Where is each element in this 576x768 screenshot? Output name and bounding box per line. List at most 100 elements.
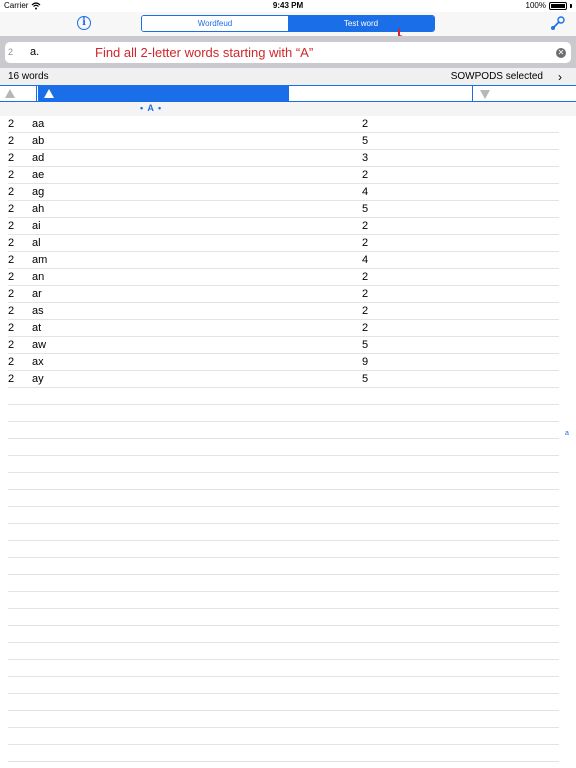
empty-row	[8, 626, 559, 643]
word-score: 2	[362, 169, 369, 181]
search-value[interactable]: a.	[30, 46, 39, 58]
empty-row	[8, 728, 559, 745]
sort-ascending-icon	[44, 89, 54, 98]
sort-bar	[0, 86, 576, 102]
word-length: 2	[8, 237, 15, 249]
status-time: 9:43 PM	[272, 1, 304, 10]
empty-row	[8, 643, 559, 660]
info-icon[interactable]: i	[77, 16, 91, 30]
section-header: • A •	[0, 102, 576, 116]
empty-row	[8, 592, 559, 609]
empty-row	[8, 609, 559, 626]
word-score: 2	[362, 305, 369, 317]
search-area: 2 a. Find all 2-letter words starting wi…	[0, 36, 576, 68]
word-row[interactable]: 2 ag 4	[8, 184, 559, 201]
word-text: ab	[32, 135, 45, 147]
wrench-icon[interactable]	[550, 15, 566, 31]
status-bar: Carrier 9:43 PM 100%	[0, 0, 576, 12]
word-text: ay	[32, 373, 44, 385]
empty-row	[8, 388, 559, 405]
word-list: 2 aa 2 2 ab 5 2 ad 3 2 ae 2 2 ag 4 2 ah 5 2 ai 2 2 al 2 2 am 4 2 an 2…	[0, 116, 576, 762]
word-row[interactable]: 2 aw 5	[8, 337, 559, 354]
word-text: ad	[32, 152, 45, 164]
search-hint-annotation: Find all 2-letter words starting with “A…	[95, 45, 314, 60]
word-row[interactable]: 2 at 2	[8, 320, 559, 337]
empty-row	[8, 405, 559, 422]
empty-row	[8, 439, 559, 456]
chevron-right-icon[interactable]: ›	[558, 70, 562, 84]
empty-row	[8, 507, 559, 524]
word-row[interactable]: 2 ah 5	[8, 201, 559, 218]
word-row[interactable]: 2 ax 9	[8, 354, 559, 371]
word-text: as	[32, 305, 44, 317]
word-score: 2	[362, 118, 369, 130]
empty-row	[8, 694, 559, 711]
word-length: 2	[8, 339, 15, 351]
word-row[interactable]: 2 ar 2	[8, 286, 559, 303]
word-length: 2	[8, 254, 15, 266]
word-text: ah	[32, 203, 45, 215]
word-score: 2	[362, 288, 369, 300]
status-right: 100%	[526, 1, 572, 10]
section-label: • A •	[140, 103, 163, 113]
search-length-prefix: 2	[8, 47, 14, 57]
word-length: 2	[8, 118, 15, 130]
word-text: ax	[32, 356, 44, 368]
sort-word-button[interactable]	[38, 86, 289, 101]
word-score: 4	[362, 186, 369, 198]
word-length: 2	[8, 373, 15, 385]
empty-row	[8, 677, 559, 694]
sort-descending-button[interactable]	[474, 86, 576, 101]
word-score: 2	[362, 237, 369, 249]
word-text: al	[32, 237, 41, 249]
empty-row	[8, 745, 559, 762]
sort-ascending-icon	[5, 89, 15, 98]
dictionary-selected[interactable]: SOWPODS selected	[451, 71, 543, 82]
word-length: 2	[8, 152, 15, 164]
empty-row	[8, 541, 559, 558]
word-score: 3	[362, 152, 369, 164]
sort-score-column[interactable]	[289, 86, 473, 101]
sort-length-button[interactable]	[0, 86, 37, 101]
sort-descending-icon	[480, 90, 490, 99]
battery-icon	[549, 1, 567, 10]
word-score: 4	[362, 254, 369, 266]
empty-row	[8, 524, 559, 541]
word-score: 2	[362, 220, 369, 232]
word-length: 2	[8, 186, 15, 198]
word-row[interactable]: 2 ay 5	[8, 371, 559, 388]
empty-row	[8, 575, 559, 592]
clear-icon[interactable]: ✕	[556, 48, 566, 58]
segment-wordfeud[interactable]: Wordfeud	[142, 16, 288, 31]
word-row[interactable]: 2 ab 5	[8, 133, 559, 150]
empty-row	[8, 490, 559, 507]
word-score: 9	[362, 356, 369, 368]
empty-row	[8, 660, 559, 677]
segment-test-word[interactable]: Test word	[288, 16, 434, 31]
word-score: 2	[362, 322, 369, 334]
word-length: 2	[8, 305, 15, 317]
word-row[interactable]: 2 am 4	[8, 252, 559, 269]
word-length: 2	[8, 322, 15, 334]
word-length: 2	[8, 356, 15, 368]
word-count: 16 words	[8, 71, 49, 82]
info-bar: 16 words SOWPODS selected ›	[0, 68, 576, 86]
word-text: aw	[32, 339, 47, 351]
word-row[interactable]: 2 ad 3	[8, 150, 559, 167]
battery-percent: 100%	[525, 1, 546, 10]
search-input[interactable]: 2 a. Find all 2-letter words starting wi…	[5, 42, 571, 63]
word-row[interactable]: 2 ai 2	[8, 218, 559, 235]
empty-row	[8, 558, 559, 575]
word-text: an	[32, 271, 45, 283]
word-row[interactable]: 2 al 2	[8, 235, 559, 252]
word-text: ar	[32, 288, 42, 300]
section-index-letter[interactable]: a	[565, 430, 569, 437]
word-row[interactable]: 2 ae 2	[8, 167, 559, 184]
word-score: 5	[362, 203, 369, 215]
mode-segmented-control: Wordfeud Test word	[141, 15, 435, 32]
empty-row	[8, 473, 559, 490]
word-score: 5	[362, 373, 369, 385]
word-row[interactable]: 2 aa 2	[8, 116, 559, 133]
word-row[interactable]: 2 an 2	[8, 269, 559, 286]
word-row[interactable]: 2 as 2	[8, 303, 559, 320]
